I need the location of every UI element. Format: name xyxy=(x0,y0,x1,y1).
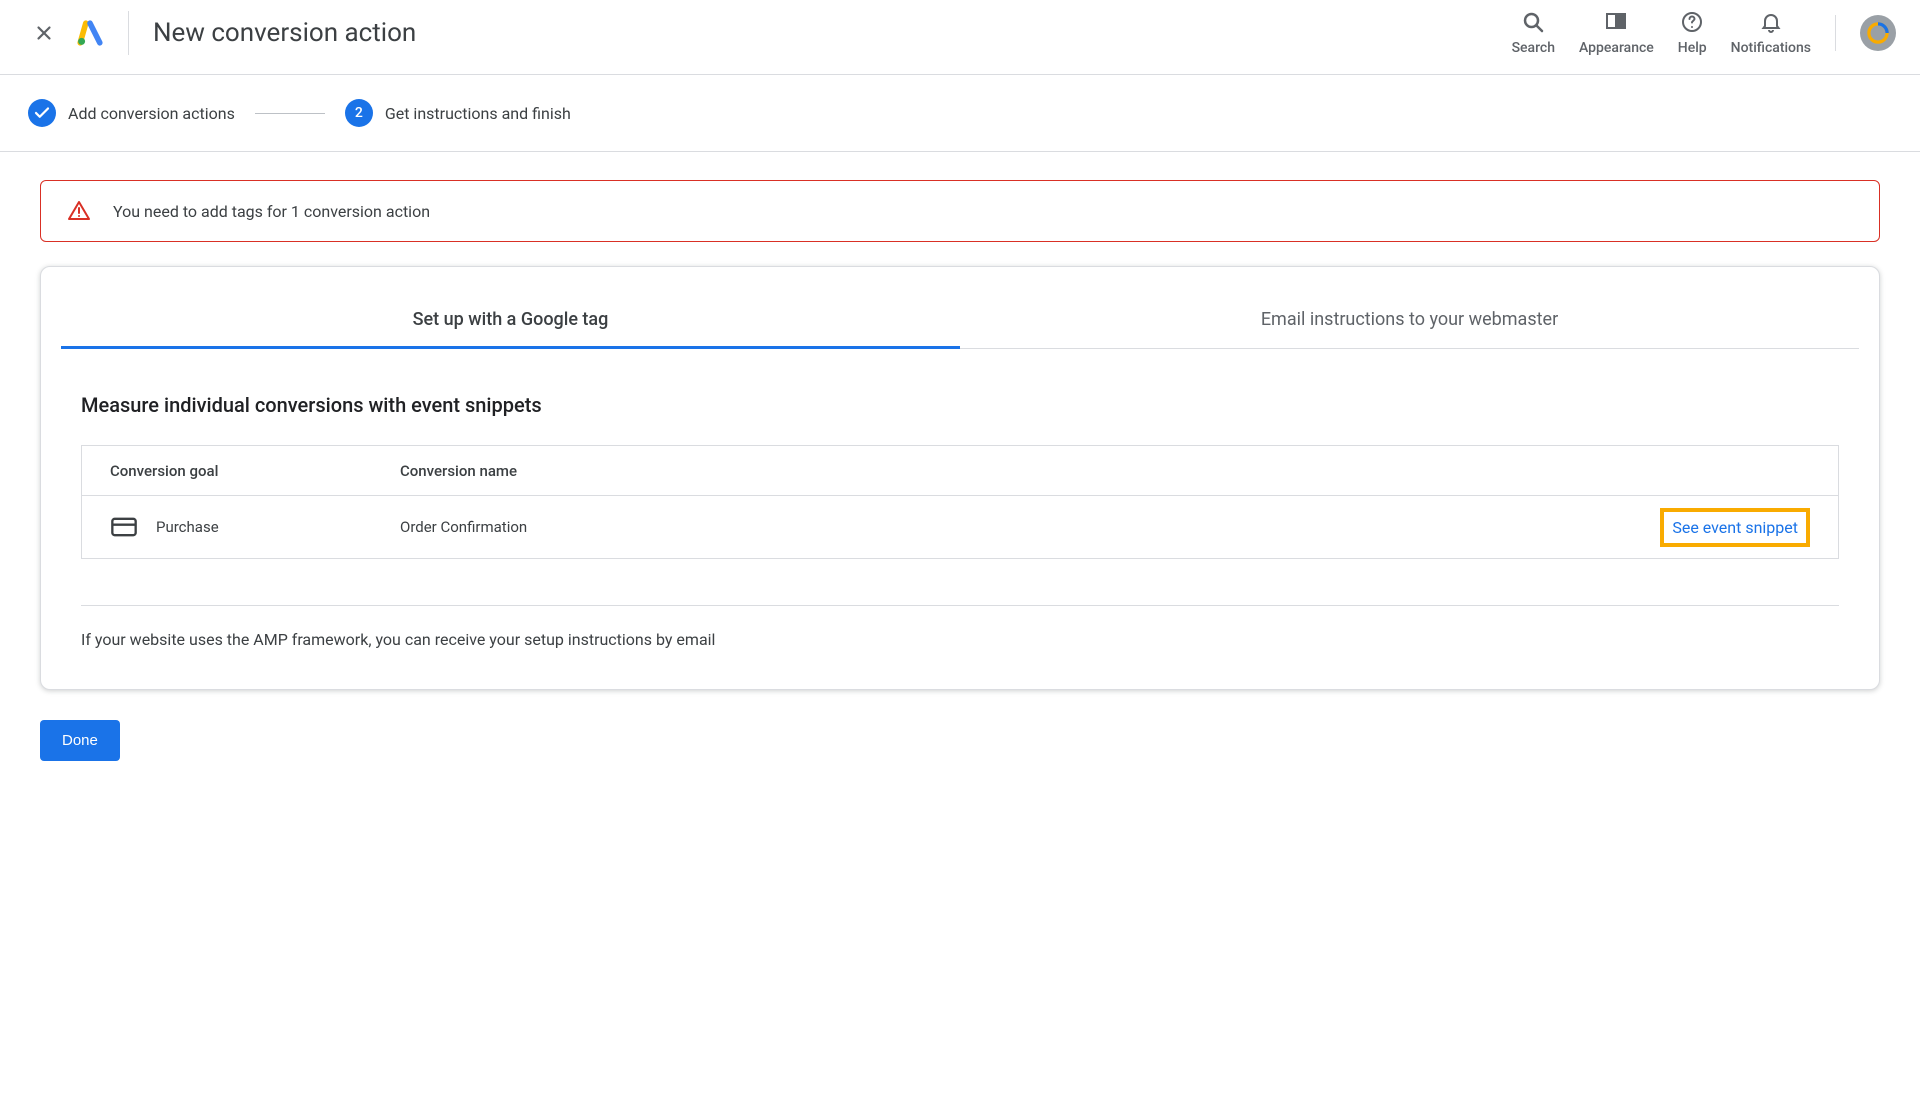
divider xyxy=(1835,15,1836,51)
google-ads-logo xyxy=(76,19,104,47)
help-icon xyxy=(1680,10,1704,34)
highlighted-action: See event snippet xyxy=(1660,508,1810,547)
page-title: New conversion action xyxy=(153,18,416,48)
avatar[interactable] xyxy=(1860,15,1896,51)
content: You need to add tags for 1 conversion ac… xyxy=(0,152,1920,795)
step-1-circle xyxy=(28,99,56,127)
notifications-button[interactable]: Notifications xyxy=(1731,10,1811,56)
cell-goal: Purchase xyxy=(156,518,219,536)
avatar-icon xyxy=(1865,20,1891,46)
done-button[interactable]: Done xyxy=(40,720,120,761)
notifications-label: Notifications xyxy=(1731,40,1811,56)
alert-banner: You need to add tags for 1 conversion ac… xyxy=(40,180,1880,242)
help-button[interactable]: Help xyxy=(1678,10,1707,56)
step-connector xyxy=(255,113,325,114)
appearance-button[interactable]: Appearance xyxy=(1579,10,1654,56)
table-header: Conversion goal Conversion name xyxy=(82,446,1838,496)
header-nav: Search Appearance Help Notifications xyxy=(1512,10,1896,56)
close-button[interactable] xyxy=(24,13,64,53)
warning-icon xyxy=(67,199,91,223)
appearance-icon xyxy=(1604,10,1628,34)
cell-name: Order Confirmation xyxy=(400,518,1590,536)
step-2[interactable]: 2 Get instructions and finish xyxy=(345,99,571,127)
header: New conversion action Search Appearance … xyxy=(0,0,1920,75)
tabs: Set up with a Google tag Email instructi… xyxy=(61,309,1859,349)
search-button[interactable]: Search xyxy=(1512,10,1555,56)
divider xyxy=(81,605,1839,606)
see-event-snippet-link[interactable]: See event snippet xyxy=(1672,518,1798,537)
amp-note: If your website uses the AMP framework, … xyxy=(81,630,1839,649)
search-icon xyxy=(1521,10,1545,34)
tab-google-tag[interactable]: Set up with a Google tag xyxy=(61,309,960,348)
credit-card-icon xyxy=(110,513,138,541)
bell-icon xyxy=(1759,10,1783,34)
alert-text: You need to add tags for 1 conversion ac… xyxy=(113,202,430,221)
divider xyxy=(128,11,129,55)
conversions-table: Conversion goal Conversion name Purchase… xyxy=(81,445,1839,559)
section-title: Measure individual conversions with even… xyxy=(81,393,1839,417)
step-1-label: Add conversion actions xyxy=(68,104,235,123)
search-label: Search xyxy=(1512,40,1555,56)
col-header-name: Conversion name xyxy=(400,462,1590,480)
close-icon xyxy=(33,22,55,44)
stepper: Add conversion actions 2 Get instruction… xyxy=(0,75,1920,152)
col-header-goal: Conversion goal xyxy=(110,462,400,480)
tab-email-webmaster[interactable]: Email instructions to your webmaster xyxy=(960,309,1859,348)
card: Set up with a Google tag Email instructi… xyxy=(40,266,1880,690)
step-1[interactable]: Add conversion actions xyxy=(28,99,235,127)
help-label: Help xyxy=(1678,40,1707,56)
google-ads-logo-icon xyxy=(76,19,104,47)
check-icon xyxy=(33,104,51,122)
step-2-circle: 2 xyxy=(345,99,373,127)
table-row: Purchase Order Confirmation See event sn… xyxy=(82,496,1838,558)
step-2-label: Get instructions and finish xyxy=(385,104,571,123)
appearance-label: Appearance xyxy=(1579,40,1654,56)
